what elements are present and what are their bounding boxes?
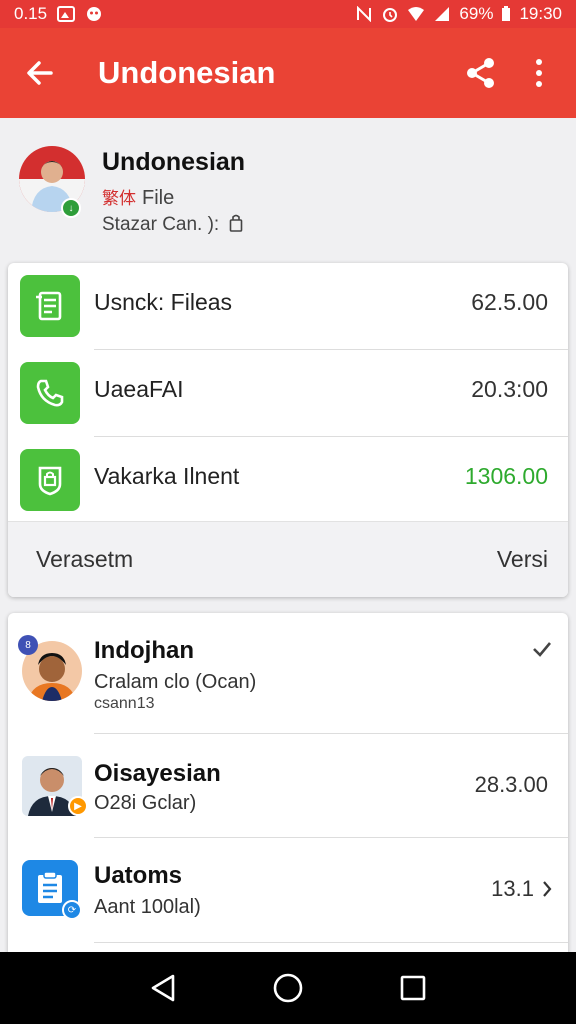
summary-footer[interactable]: Verasetm Versi [8, 521, 568, 597]
more-options-button[interactable] [510, 28, 568, 118]
contact-name: Indojhan [94, 637, 194, 664]
status-time-left: 0.15 [14, 4, 48, 23]
alarm-icon [383, 8, 398, 22]
profile-subtitle: 繁体 File [102, 184, 174, 210]
chevron-right-icon [543, 881, 552, 897]
contact-row[interactable]: ⟳ Uatoms Aant 100lal) 13.1 [8, 838, 568, 946]
contact-row[interactable]: 8 Indojhan Cralam clo (Ocan) csann13 [8, 613, 568, 721]
divider [94, 942, 568, 943]
nav-recents-button[interactable] [383, 958, 443, 1018]
contact-name: Uatoms [94, 862, 183, 889]
summary-row-value: 1306.00 [464, 463, 548, 489]
profile-status: Stazar Can. ): [102, 214, 243, 236]
phone-icon [20, 362, 80, 424]
check-icon [533, 642, 551, 657]
shield-icon [20, 449, 80, 511]
contact-subtitle: Aant 100lal) [94, 896, 201, 918]
share-icon [467, 58, 494, 88]
more-vert-icon [536, 59, 542, 87]
app-badge-icon: 8 [18, 635, 38, 655]
battery-icon [502, 6, 511, 21]
online-badge-icon: ↓ [61, 198, 81, 218]
contact-subtitle: Cralam clo (Ocan) [94, 671, 257, 693]
summary-card: Usnck: Fileas 62.5.00 UaeaFAI 20.3:00 Va… [8, 263, 568, 597]
summary-row-calls[interactable]: UaeaFAI 20.3:00 [8, 350, 568, 436]
summary-row-value: 62.5.00 [471, 289, 548, 315]
nav-home-icon [273, 973, 303, 1003]
app-notification-icon [87, 7, 102, 21]
nav-back-button[interactable] [133, 958, 193, 1018]
orange-badge-icon: ▶ [68, 796, 88, 816]
summary-row-security[interactable]: Vakarka Ilnent 1306.00 [8, 437, 568, 523]
nav-home-button[interactable] [258, 958, 318, 1018]
summary-row-value: 20.3:00 [471, 376, 548, 402]
summary-row-files[interactable]: Usnck: Fileas 62.5.00 [8, 263, 568, 349]
share-button[interactable] [452, 28, 510, 118]
signal-icon [435, 7, 450, 21]
sync-badge-icon: ⟳ [62, 900, 82, 920]
gallery-icon [57, 6, 76, 22]
profile-status-text: Stazar Can. ): [102, 214, 220, 235]
contact-name: Oisayesian [94, 760, 221, 787]
contact-subtitle: O28i Gclar) [94, 792, 197, 814]
lock-icon [229, 214, 242, 232]
arrow-back-icon [27, 61, 53, 85]
battery-percent: 69% [459, 4, 494, 23]
profile-zh-label: 繁体 [102, 189, 136, 208]
contact-amount: 13.1 [491, 876, 534, 901]
contact-detail: csann13 [94, 695, 155, 712]
summary-footer-left: Verasetm [36, 546, 134, 572]
back-button[interactable] [0, 28, 80, 118]
status-clock: 19:30 [519, 4, 562, 23]
document-icon [20, 275, 80, 337]
profile-header: ↓ Undonesian 繁体 File Stazar Can. ): [0, 128, 576, 250]
profile-file-label: File [142, 187, 175, 209]
summary-row-label: UaeaFAI [94, 376, 184, 402]
nav-back-icon [151, 974, 174, 1002]
contacts-card: 8 Indojhan Cralam clo (Ocan) csann13 ▶ O… [8, 613, 568, 963]
nav-recents-icon [401, 975, 426, 1001]
nfc-icon [357, 6, 372, 22]
summary-footer-right: Versi [496, 546, 548, 572]
summary-row-label: Usnck: Fileas [94, 289, 233, 315]
contact-row[interactable]: ▶ Oisayesian O28i Gclar) 28.3.00 [8, 734, 568, 842]
app-bar: Undonesian [0, 28, 576, 118]
contact-amount: 28.3.00 [474, 772, 548, 797]
status-bar: 0.15 69% 19:30 [0, 0, 576, 28]
summary-row-label: Vakarka Ilnent [94, 463, 240, 489]
wifi-icon [408, 7, 425, 21]
app-bar-title: Undonesian [98, 55, 276, 90]
system-nav-bar [0, 952, 576, 1024]
profile-name: Undonesian [102, 148, 246, 176]
